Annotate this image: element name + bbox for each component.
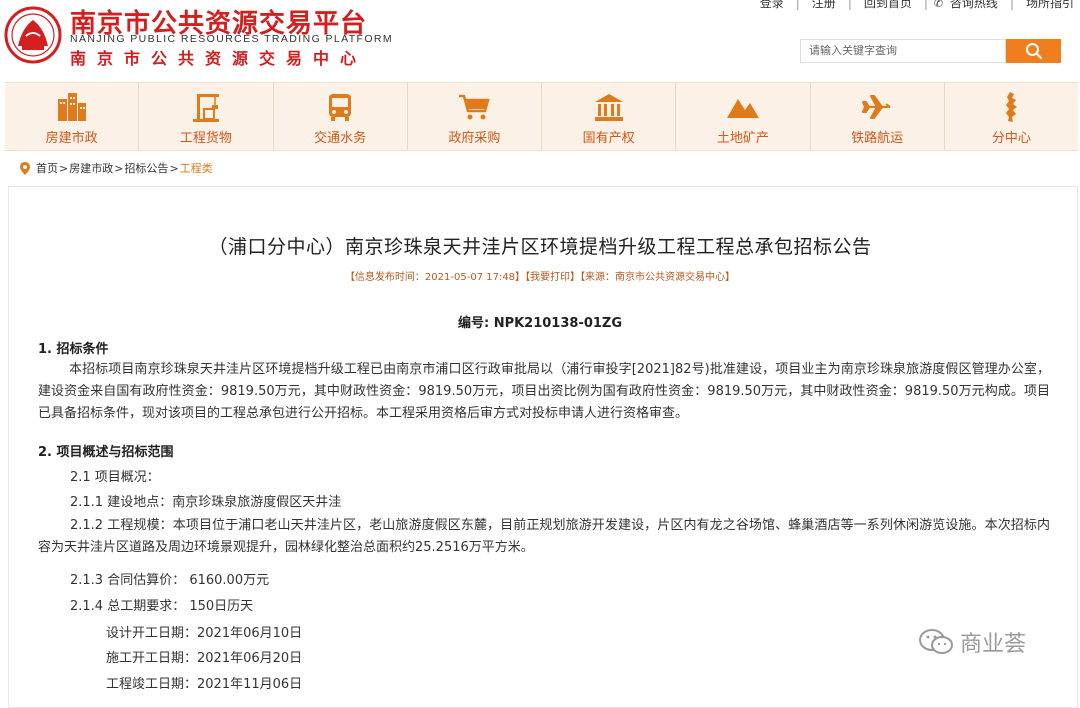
breadcrumb-separator: > — [59, 161, 69, 175]
register-link[interactable]: 注册 — [806, 0, 842, 10]
nav-label: 交通水务 — [314, 131, 367, 146]
section-heading: 2. 项目概述与招标范围 — [38, 445, 174, 460]
region-map-icon — [1006, 92, 1018, 122]
nav-label: 政府采购 — [448, 131, 501, 146]
login-link[interactable]: 登录 — [754, 0, 790, 10]
nav-label: 工程货物 — [179, 131, 232, 146]
bus-icon — [329, 94, 352, 121]
building-icon — [57, 93, 86, 121]
breadcrumb-separator: > — [169, 161, 179, 175]
mountain-icon — [726, 99, 759, 118]
breadcrumb-housing[interactable]: 房建市政 — [69, 160, 113, 176]
venue-guide-link[interactable]: 场所指引 — [1020, 0, 1080, 10]
text-line: 设计开工日期：2021年06月10日 — [106, 626, 303, 641]
nav-item-state-property[interactable]: 国有产权 — [542, 83, 677, 150]
text-line: 2.1 项目概况： — [70, 470, 160, 485]
site-header: 南京市公共资源交易平台 NANJING PUBLIC RESOURCES TRA… — [0, 0, 1080, 82]
text-line: 2.1.3 合同估算价： 6160.00万元 — [70, 573, 270, 588]
bank-icon — [594, 94, 623, 121]
paragraph: 2.1.2 工程规模：本项目位于浦口老山天井洼片区，老山旅游度假区东麓，目前正规… — [38, 518, 1050, 555]
search-icon — [1025, 43, 1042, 60]
divider: | — [1009, 0, 1014, 10]
crane-icon — [192, 94, 219, 122]
project-code: 编号: NPK210138-01ZG — [457, 316, 623, 331]
phone-icon: ✆ — [933, 0, 944, 10]
breadcrumb-announcements[interactable]: 招标公告 — [124, 160, 168, 176]
print-link[interactable]: 【我要打印】 — [525, 272, 580, 283]
hotline-link[interactable]: 咨询热线 — [944, 0, 1004, 10]
nav-item-housing[interactable]: 房建市政 — [5, 83, 140, 150]
plane-icon — [862, 95, 891, 119]
publish-time: 【信息发布时间：2021-05-07 17:48】 — [344, 272, 526, 283]
nav-item-transport-water[interactable]: 交通水务 — [274, 83, 408, 150]
nav-label: 房建市政 — [45, 131, 98, 146]
nav-item-engineering-goods[interactable]: 工程货物 — [139, 83, 274, 150]
watermark: 商业荟 — [918, 626, 1026, 658]
home-link[interactable]: 回到首页 — [858, 0, 918, 10]
logo-title-en: NANJING PUBLIC RESOURCES TRADING PLATFOR… — [70, 33, 394, 45]
text-line: 2.1.4 总工期要求： 150日历天 — [70, 599, 254, 614]
paragraph: 本招标项目南京珍珠泉天井洼片区环境提档升级工程已由南京市浦口区行政审批局以（浦行… — [38, 362, 1050, 421]
nav-item-rail-shipping[interactable]: 铁路航运 — [811, 83, 945, 150]
watermark-text: 商业荟 — [960, 632, 1027, 657]
nav-item-land-minerals[interactable]: 土地矿产 — [676, 83, 811, 150]
source-info: 【来源：南京市公共资源交易中心】 — [580, 272, 736, 283]
nav-label: 土地矿产 — [716, 131, 769, 146]
breadcrumb: 首页 > 房建市政 > 招标公告 > 工程类 — [20, 160, 213, 176]
section-heading: 1. 招标条件 — [38, 342, 109, 357]
text-line: 施工开工日期：2021年06月20日 — [106, 651, 303, 666]
nav-item-government-procurement[interactable]: 政府采购 — [408, 83, 542, 150]
article-meta: 【信息发布时间：2021-05-07 17:48】【我要打印】【来源：南京市公共… — [0, 268, 1080, 283]
divider: | — [795, 0, 800, 10]
logo-subtitle-cn: 南京市公共资源交易中心 — [70, 49, 368, 68]
text-line: 2.1.1 建设地点：南京珍珠泉旅游度假区天井洼 — [70, 495, 342, 510]
nav-label: 铁路航运 — [851, 131, 904, 146]
nanjing-emblem-icon[interactable] — [4, 6, 62, 64]
nav-item-sub-centers[interactable]: 分中心 — [945, 83, 1078, 150]
divider: | — [923, 0, 928, 10]
wechat-icon — [919, 629, 953, 654]
search-button[interactable] — [1006, 39, 1061, 63]
search-input[interactable]: 请输入关键字查询 — [800, 39, 1006, 63]
divider: | — [847, 0, 852, 10]
cart-icon — [459, 94, 491, 120]
breadcrumb-separator: > — [114, 161, 124, 175]
breadcrumb-home[interactable]: 首页 — [36, 160, 58, 176]
main-nav: 房建市政 工程货物 交通水务 政府采购 国有产权 土地矿产 铁路航运 分中心 — [5, 82, 1078, 151]
nav-label: 国有产权 — [582, 131, 635, 146]
location-pin-icon — [20, 161, 30, 175]
nav-label: 分中心 — [991, 131, 1031, 146]
breadcrumb-current[interactable]: 工程类 — [180, 160, 213, 176]
top-links: 登录 | 注册 | 回到首页 | ✆ 咨询热线 | 场所指引 — [754, 0, 1080, 11]
text-line: 工程竣工日期：2021年11月06日 — [106, 677, 303, 692]
article-title: （浦口分中心）南京珍珠泉天井洼片区环境提档升级工程工程总承包招标公告 — [208, 236, 872, 258]
